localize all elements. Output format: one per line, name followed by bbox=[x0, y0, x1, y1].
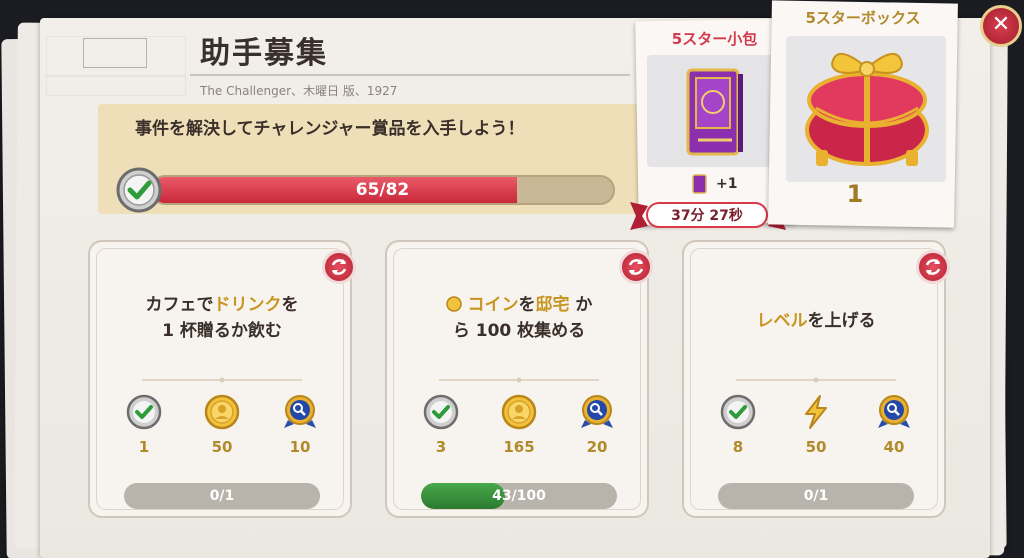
task-card[interactable]: カフェでドリンクを 1 杯贈るか飲む 1 50 10 0/1 bbox=[88, 240, 356, 518]
magnifier-medal-icon bbox=[284, 395, 316, 428]
reward-value: 8 bbox=[732, 438, 744, 456]
reward-value: 20 bbox=[586, 438, 608, 456]
ornament-divider bbox=[736, 377, 896, 383]
refresh-task-button[interactable] bbox=[619, 250, 653, 284]
goal-progress-label: 65/82 bbox=[355, 180, 410, 200]
reward-value: 40 bbox=[883, 438, 905, 456]
task-progress-label: 43/100 bbox=[492, 488, 546, 504]
parcel-bonus: +1 bbox=[716, 176, 738, 192]
task-text-part: を上げる bbox=[807, 311, 876, 331]
task-description: レベルを上げる bbox=[700, 308, 932, 334]
five-star-parcel-title: 5スター小包 bbox=[671, 30, 758, 48]
mini-book-icon bbox=[692, 174, 707, 194]
task-card[interactable]: レベルを上げる 8 50 40 0/1 bbox=[682, 240, 950, 518]
refresh-task-button[interactable] bbox=[322, 250, 356, 284]
five-star-box-count: 1 bbox=[846, 180, 864, 208]
newspaper-stamp-box bbox=[83, 38, 147, 68]
task-rewards: 3 165 20 bbox=[411, 394, 627, 464]
lightning-icon bbox=[805, 395, 827, 429]
ornament-divider bbox=[142, 377, 302, 383]
task-text-part: 1 杯贈るか飲む bbox=[162, 321, 282, 341]
coin-icon bbox=[204, 394, 240, 430]
task-text-part: を bbox=[518, 295, 536, 315]
ornament-divider bbox=[439, 377, 599, 383]
newspaper-edition: The Challenger、木曜日 版、1927 bbox=[200, 84, 398, 98]
refresh-icon bbox=[331, 259, 347, 275]
task-rewards: 1 50 10 bbox=[114, 394, 330, 464]
coin-icon bbox=[445, 296, 462, 312]
page-title: 助手募集 bbox=[200, 36, 328, 71]
task-progress-bar: 0/1 bbox=[718, 483, 914, 509]
task-description: コインを邸宅 から 100 枚集める bbox=[403, 292, 635, 344]
reward-value: 10 bbox=[289, 438, 311, 456]
title-divider bbox=[190, 74, 630, 76]
reward-value: 50 bbox=[805, 438, 827, 456]
coin-icon bbox=[501, 394, 537, 430]
task-text-part: か bbox=[569, 295, 593, 315]
task-description: カフェでドリンクを 1 杯贈るか飲む bbox=[106, 292, 338, 344]
assistant-recruitment-screen: 助手募集 The Challenger、木曜日 版、1927 事件を解決してチャ… bbox=[0, 0, 1024, 558]
check-badge-icon bbox=[126, 394, 162, 430]
refresh-icon bbox=[628, 259, 644, 275]
five-star-box-title: 5スターボックス bbox=[805, 9, 921, 27]
purple-book-icon bbox=[686, 68, 743, 156]
refresh-icon bbox=[925, 259, 941, 275]
reward-value: 50 bbox=[211, 438, 233, 456]
task-text-part: ら 100 枚集める bbox=[452, 321, 586, 341]
magnifier-medal-icon bbox=[878, 395, 910, 428]
task-text-highlight: コイン bbox=[467, 295, 519, 315]
task-card[interactable]: コインを邸宅 から 100 枚集める 3 165 20 43/100 bbox=[385, 240, 653, 518]
check-badge-icon bbox=[116, 167, 162, 213]
task-progress-label: 0/1 bbox=[803, 488, 829, 504]
goal-progress-bar: 65/82 bbox=[150, 175, 615, 205]
task-text-part: カフェで bbox=[145, 295, 214, 315]
parcel-timer: 37分 27秒 bbox=[646, 202, 768, 228]
check-badge-icon bbox=[720, 394, 756, 430]
task-text-highlight: ドリンク bbox=[213, 295, 282, 315]
task-progress-bar: 0/1 bbox=[124, 483, 320, 509]
task-text-part: を bbox=[281, 295, 299, 315]
gift-box-icon bbox=[805, 53, 929, 166]
reward-value: 3 bbox=[435, 438, 447, 456]
close-button[interactable]: ✕ bbox=[980, 5, 1022, 47]
goal-description: 事件を解決してチャレンジャー賞品を入手しよう！ bbox=[135, 119, 525, 139]
magnifier-medal-icon bbox=[581, 395, 613, 428]
task-progress-bar: 43/100 bbox=[421, 483, 617, 509]
reward-value: 165 bbox=[503, 438, 535, 456]
check-badge-icon bbox=[423, 394, 459, 430]
task-text-highlight: レベル bbox=[756, 311, 808, 331]
task-progress-label: 0/1 bbox=[209, 488, 235, 504]
refresh-task-button[interactable] bbox=[916, 250, 950, 284]
reward-value: 1 bbox=[138, 438, 150, 456]
task-text-highlight: 邸宅 bbox=[535, 295, 570, 315]
close-icon: ✕ bbox=[991, 12, 1011, 37]
task-rewards: 8 50 40 bbox=[708, 394, 924, 464]
